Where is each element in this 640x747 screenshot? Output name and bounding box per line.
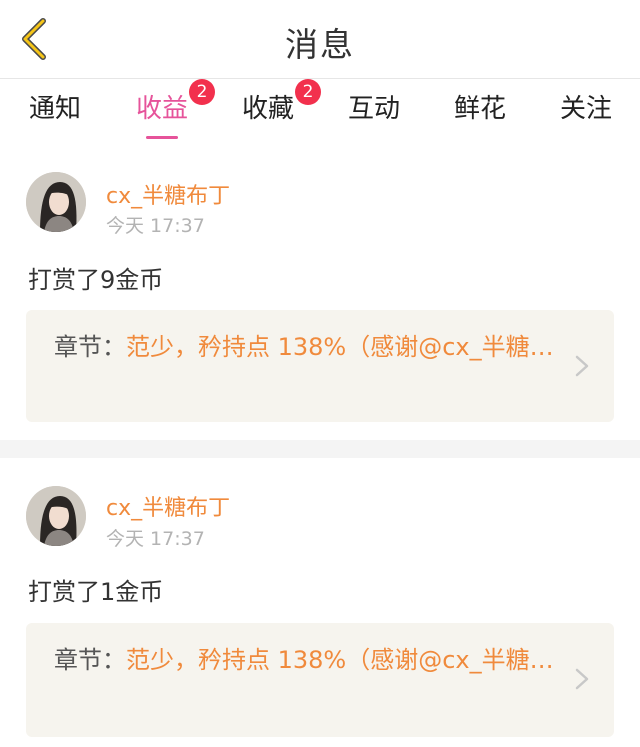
unread-badge: 2	[189, 79, 215, 105]
avatar[interactable]	[26, 486, 86, 546]
tab-label: 收益	[135, 94, 188, 124]
chevron-right-icon	[575, 668, 589, 690]
list-item: cx_半糖布丁 今天 17:37 打赏了1金币 章节：范少，矜持点 138%（感…	[0, 458, 640, 747]
unread-badge: 2	[295, 79, 321, 105]
chapter-text: 章节：范少，矜持点 138%（感谢@cx_半糖…	[54, 641, 554, 717]
tab-notice[interactable]: 通知	[24, 89, 86, 139]
divider	[0, 440, 640, 458]
active-tab-indicator	[146, 136, 178, 139]
tab-label: 鲜花	[453, 94, 506, 124]
avatar-image	[26, 172, 86, 232]
tab-label: 互动	[347, 94, 400, 124]
tab-label: 通知	[28, 94, 81, 124]
chapter-title: 范少，矜持点 138%（感谢@cx_半糖…	[126, 646, 554, 674]
tab-label: 关注	[559, 94, 612, 124]
username[interactable]: cx_半糖布丁	[106, 490, 230, 522]
timestamp: 今天 17:37	[106, 215, 205, 237]
top-bar: 消息	[0, 0, 640, 79]
chevron-right-icon	[575, 355, 589, 377]
username[interactable]: cx_半糖布丁	[106, 178, 230, 210]
chapter-link[interactable]: 章节：范少，矜持点 138%（感谢@cx_半糖…	[26, 310, 614, 422]
message-text: 打赏了1金币	[28, 578, 164, 606]
chapter-text: 章节：范少，矜持点 138%（感谢@cx_半糖…	[54, 328, 554, 404]
message-text: 打赏了9金币	[28, 266, 164, 294]
chapter-label: 章节：	[54, 646, 126, 674]
list-item: cx_半糖布丁 今天 17:37 打赏了9金币 章节：范少，矜持点 138%（感…	[0, 140, 640, 440]
tab-earnings[interactable]: 收益 2	[131, 79, 215, 139]
page-title: 消息	[285, 25, 355, 64]
avatar[interactable]	[26, 172, 86, 232]
chapter-title: 范少，矜持点 138%（感谢@cx_半糖…	[126, 333, 554, 361]
tab-follow[interactable]: 关注	[555, 89, 617, 139]
chapter-label: 章节：	[54, 333, 126, 361]
tab-flowers[interactable]: 鲜花	[449, 89, 511, 139]
avatar-image	[26, 486, 86, 546]
tab-interaction[interactable]: 互动	[343, 89, 405, 139]
tab-label: 收藏	[241, 94, 294, 124]
tab-bar: 通知 收益 2 收藏 2 互动 鲜花 关注	[0, 79, 640, 139]
chapter-link[interactable]: 章节：范少，矜持点 138%（感谢@cx_半糖…	[26, 623, 614, 737]
timestamp: 今天 17:37	[106, 528, 205, 550]
tab-favorites[interactable]: 收藏 2	[237, 79, 321, 139]
